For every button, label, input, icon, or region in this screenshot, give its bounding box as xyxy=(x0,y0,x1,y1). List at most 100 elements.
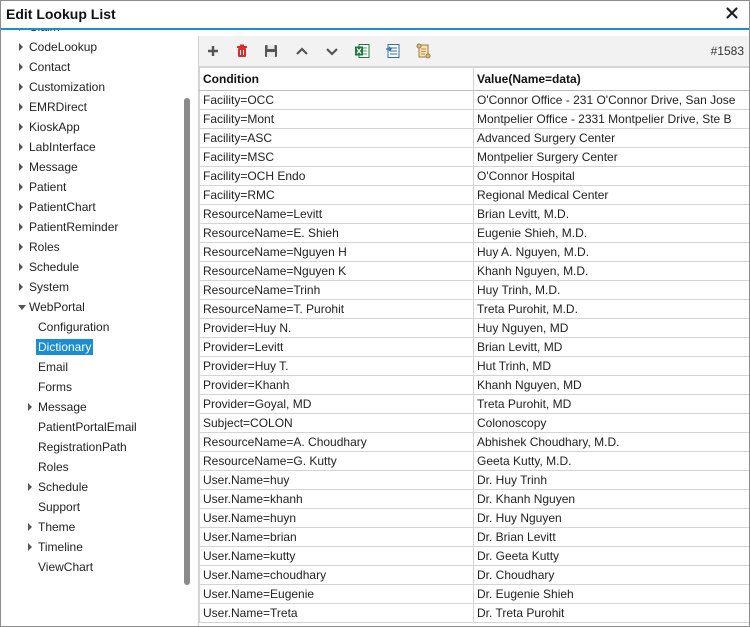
condition-cell[interactable]: User.Name=huyn xyxy=(199,508,474,528)
condition-cell[interactable]: Provider=Levitt xyxy=(199,337,474,357)
table-row[interactable]: User.Name=Treta Dr. Treta Purohit xyxy=(199,603,749,623)
condition-cell[interactable]: Provider=Huy N. xyxy=(199,318,474,338)
condition-cell[interactable]: Facility=Mont xyxy=(199,109,474,129)
condition-cell[interactable]: ResourceName=Levitt xyxy=(199,204,474,224)
table-row[interactable]: Subject=COLON Colonoscopy xyxy=(199,413,749,433)
table-row[interactable]: Provider=Huy T. Hut Trinh, MD xyxy=(199,356,749,376)
expand-caret-icon[interactable] xyxy=(19,43,23,51)
value-cell[interactable]: Montpelier Surgery Center xyxy=(473,147,749,167)
add-icon[interactable] xyxy=(205,43,221,59)
table-row[interactable]: Provider=Levitt Brian Levitt, MD xyxy=(199,337,749,357)
tree-item[interactable]: PatientPortalEmail xyxy=(1,417,181,437)
table-row[interactable]: ResourceName=T. Purohit Treta Purohit, M.… xyxy=(199,299,749,319)
tree-item[interactable]: System xyxy=(1,277,181,297)
value-cell[interactable]: Dr. Eugenie Shieh xyxy=(473,584,749,604)
value-cell[interactable]: O'Connor Hospital xyxy=(473,166,749,186)
value-cell[interactable]: Abhishek Choudhary, M.D. xyxy=(473,432,749,452)
value-cell[interactable]: Hut Trinh, MD xyxy=(473,356,749,376)
collapse-caret-icon[interactable] xyxy=(18,305,26,310)
tree-item[interactable]: Theme xyxy=(1,517,181,537)
value-cell[interactable]: Dr. Brian Levitt xyxy=(473,527,749,547)
table-row[interactable]: User.Name=brian Dr. Brian Levitt xyxy=(199,527,749,547)
column-header-value[interactable]: Value(Name=data) xyxy=(473,67,749,91)
table-row[interactable]: User.Name=huy Dr. Huy Trinh xyxy=(199,470,749,490)
expand-caret-icon[interactable] xyxy=(19,63,23,71)
value-cell[interactable]: Dr. Huy Trinh xyxy=(473,470,749,490)
table-row[interactable]: ResourceName=Trinh Huy Trinh, M.D. xyxy=(199,280,749,300)
expand-caret-icon[interactable] xyxy=(28,403,32,411)
scroll-icon[interactable] xyxy=(415,43,431,59)
condition-cell[interactable]: Subject=COLON xyxy=(199,413,474,433)
condition-cell[interactable]: Facility=RMC xyxy=(199,185,474,205)
condition-cell[interactable]: ResourceName=A. Choudhary xyxy=(199,432,474,452)
table-row[interactable]: Provider=Goyal, MD Treta Purohit, MD xyxy=(199,394,749,414)
table-row[interactable]: ResourceName=Levitt Brian Levitt, M.D. xyxy=(199,204,749,224)
table-row[interactable]: User.Name=Eugenie Dr. Eugenie Shieh xyxy=(199,584,749,604)
condition-cell[interactable]: User.Name=khanh xyxy=(199,489,474,509)
tree-item[interactable]: Support xyxy=(1,497,181,517)
condition-cell[interactable]: User.Name=kutty xyxy=(199,546,474,566)
condition-cell[interactable]: Facility=OCC xyxy=(199,90,474,110)
tree-item[interactable]: LabInterface xyxy=(1,137,181,157)
value-cell[interactable]: Brian Levitt, MD xyxy=(473,337,749,357)
condition-cell[interactable]: User.Name=brian xyxy=(199,527,474,547)
condition-cell[interactable]: ResourceName=E. Shieh xyxy=(199,223,474,243)
value-cell[interactable]: Brian Levitt, M.D. xyxy=(473,204,749,224)
condition-cell[interactable]: ResourceName=G. Kutty xyxy=(199,451,474,471)
expand-caret-icon[interactable] xyxy=(19,283,23,291)
tree-item[interactable]: Contact xyxy=(1,57,181,77)
tree-item[interactable]: Claim xyxy=(1,30,181,37)
table-row[interactable]: Facility=RMC Regional Medical Center xyxy=(199,185,749,205)
expand-caret-icon[interactable] xyxy=(19,143,23,151)
expand-caret-icon[interactable] xyxy=(19,243,23,251)
condition-cell[interactable]: Facility=MSC xyxy=(199,147,474,167)
tree-item[interactable]: CodeLookup xyxy=(1,37,181,57)
value-cell[interactable]: Regional Medical Center xyxy=(473,185,749,205)
value-cell[interactable]: Dr. Huy Nguyen xyxy=(473,508,749,528)
condition-cell[interactable]: Provider=Goyal, MD xyxy=(199,394,474,414)
tree-item[interactable]: RegistrationPath xyxy=(1,437,181,457)
table-row[interactable]: User.Name=khanh Dr. Khanh Nguyen xyxy=(199,489,749,509)
condition-cell[interactable]: User.Name=huy xyxy=(199,470,474,490)
condition-cell[interactable]: Provider=Huy T. xyxy=(199,356,474,376)
condition-cell[interactable]: Facility=ASC xyxy=(199,128,474,148)
value-cell[interactable]: Huy Trinh, M.D. xyxy=(473,280,749,300)
tree-item[interactable]: EMRDirect xyxy=(1,97,181,117)
condition-cell[interactable]: User.Name=choudhary xyxy=(199,565,474,585)
import-icon[interactable] xyxy=(385,43,401,59)
tree-item[interactable]: PatientChart xyxy=(1,197,181,217)
tree-item[interactable]: Schedule xyxy=(1,257,181,277)
expand-caret-icon[interactable] xyxy=(19,103,23,111)
table-row[interactable]: ResourceName=E. Shieh Eugenie Shieh, M.D. xyxy=(199,223,749,243)
tree-item[interactable]: Patient xyxy=(1,177,181,197)
condition-cell[interactable]: User.Name=Eugenie xyxy=(199,584,474,604)
value-cell[interactable]: Montpelier Office - 2331 Montpelier Driv… xyxy=(473,109,749,129)
table-row[interactable]: Facility=MSC Montpelier Surgery Center xyxy=(199,147,749,167)
excel-export-icon[interactable] xyxy=(354,43,370,59)
tree-item[interactable]: Customization xyxy=(1,77,181,97)
move-up-icon[interactable] xyxy=(294,43,310,59)
value-cell[interactable]: Colonoscopy xyxy=(473,413,749,433)
condition-cell[interactable]: ResourceName=Nguyen K xyxy=(199,261,474,281)
tree-item[interactable]: Message xyxy=(1,157,181,177)
save-icon[interactable] xyxy=(263,43,279,59)
tree-item[interactable]: PatientReminder xyxy=(1,217,181,237)
expand-caret-icon[interactable] xyxy=(19,203,23,211)
table-row[interactable]: ResourceName=Nguyen K Khanh Nguyen, M.D. xyxy=(199,261,749,281)
condition-cell[interactable]: ResourceName=Trinh xyxy=(199,280,474,300)
tree-item[interactable]: Dictionary xyxy=(1,337,181,357)
table-row[interactable]: Provider=Khanh Khanh Nguyen, MD xyxy=(199,375,749,395)
condition-cell[interactable]: Facility=OCH Endo xyxy=(199,166,474,186)
expand-caret-icon[interactable] xyxy=(19,163,23,171)
tree-item[interactable]: Email xyxy=(1,357,181,377)
value-cell[interactable]: Advanced Surgery Center xyxy=(473,128,749,148)
expand-caret-icon[interactable] xyxy=(19,223,23,231)
condition-cell[interactable]: ResourceName=Nguyen H xyxy=(199,242,474,262)
tree-item[interactable]: Forms xyxy=(1,377,181,397)
delete-icon[interactable] xyxy=(234,43,250,59)
tree-item[interactable]: WebPortal xyxy=(1,297,181,317)
table-row[interactable]: Facility=ASC Advanced Surgery Center xyxy=(199,128,749,148)
value-cell[interactable]: Huy Nguyen, MD xyxy=(473,318,749,338)
value-cell[interactable]: Khanh Nguyen, MD xyxy=(473,375,749,395)
value-cell[interactable]: Dr. Khanh Nguyen xyxy=(473,489,749,509)
